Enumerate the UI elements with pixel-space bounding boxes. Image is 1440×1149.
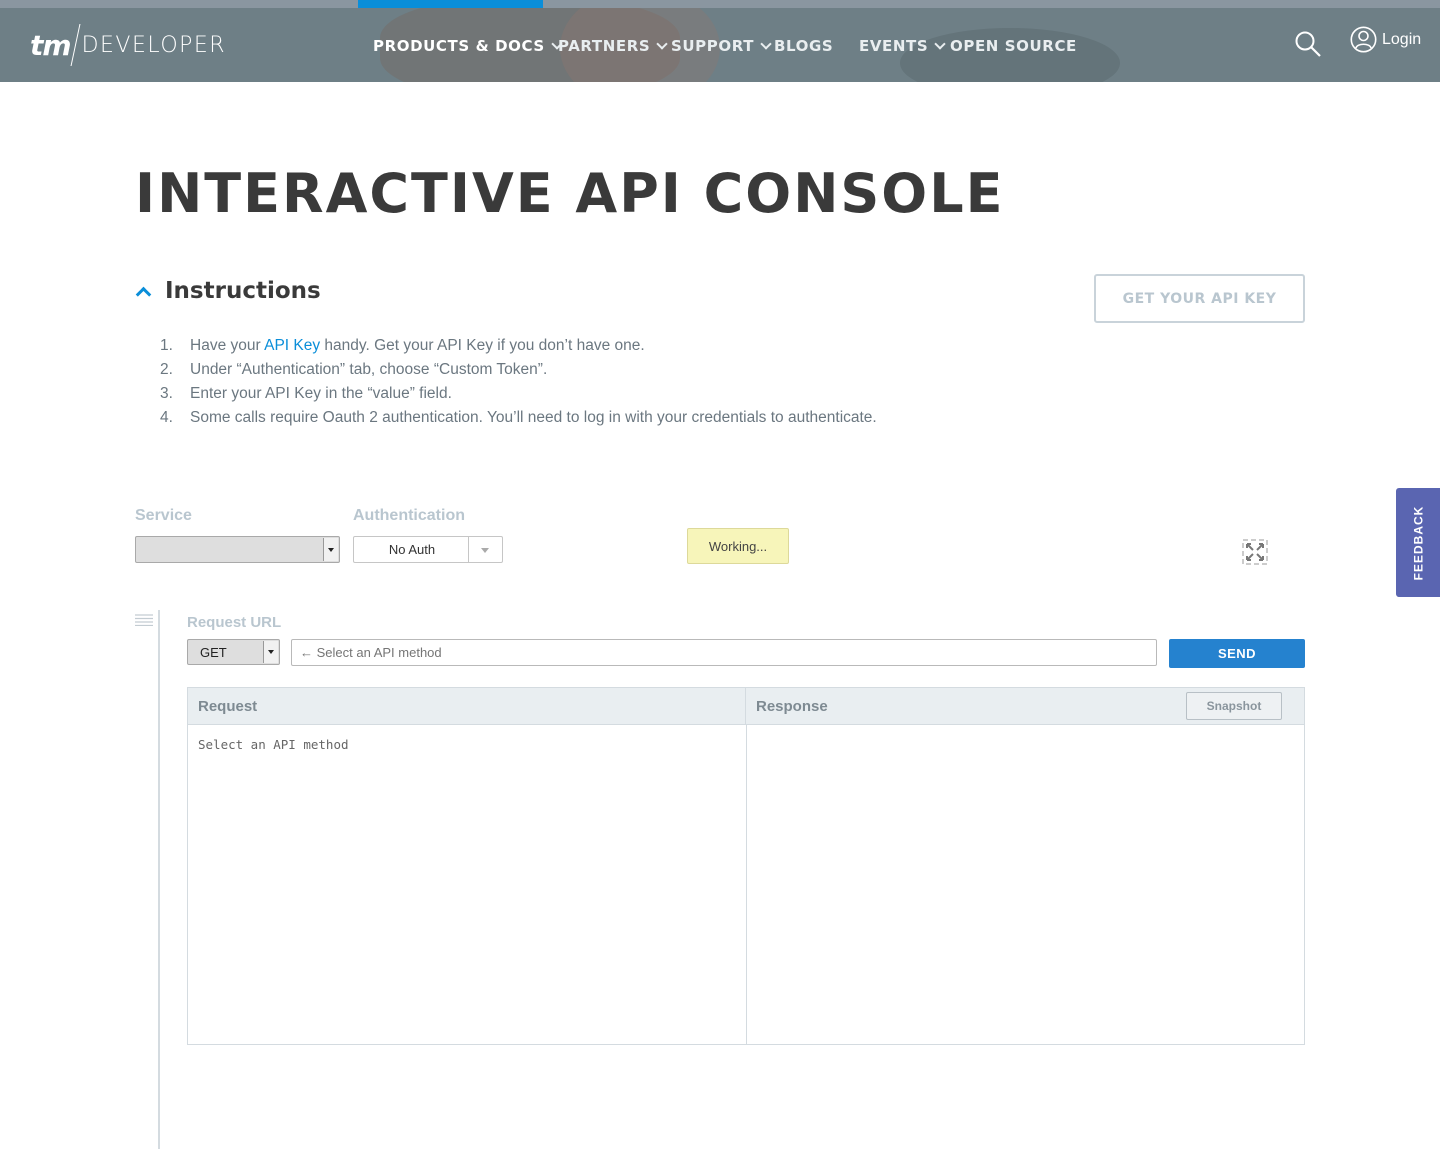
fullscreen-icon[interactable] (1242, 539, 1268, 565)
nav-label: SUPPORT (671, 37, 755, 55)
request-panel-header: Request (188, 688, 746, 725)
instructions-toggle[interactable]: Instructions (135, 278, 321, 304)
top-strip (0, 0, 1440, 8)
nav-label: PARTNERS (558, 37, 651, 55)
get-api-key-button[interactable]: GET YOUR API KEY (1094, 274, 1305, 323)
send-button[interactable]: SEND (1169, 639, 1305, 668)
request-response-panels: Request Response Snapshot Select an API … (187, 687, 1305, 1045)
nav-blogs[interactable]: BLOGS (774, 35, 833, 57)
nav-label: EVENTS (859, 37, 929, 55)
active-nav-indicator (358, 0, 543, 8)
site-logo[interactable]: tm DEVELOPER (30, 22, 226, 68)
request-url-input[interactable] (291, 639, 1157, 666)
site-header: tm DEVELOPER PRODUCTS & DOCS PARTNERS SU… (0, 8, 1440, 82)
step-number: 1. (160, 337, 173, 354)
nav-products-docs[interactable]: PRODUCTS & DOCS (373, 35, 563, 57)
api-key-link[interactable]: API Key (264, 337, 320, 354)
step-text: Have your (190, 337, 265, 354)
instruction-step: 4. Some calls require Oauth 2 authenticat… (160, 406, 877, 430)
nav-events[interactable]: EVENTS (859, 35, 946, 57)
authentication-value: No Auth (388, 542, 436, 557)
search-icon[interactable] (1294, 30, 1322, 58)
panel-divider (746, 725, 747, 1044)
side-panel-toggle-icon[interactable] (135, 614, 153, 626)
service-label: Service (135, 507, 192, 524)
working-indicator: Working... (687, 528, 789, 564)
authentication-select[interactable]: No Auth (353, 536, 503, 563)
step-number: 3. (160, 385, 173, 402)
feedback-tab[interactable]: FEEDBACK (1396, 488, 1440, 597)
chevron-down-icon (760, 37, 772, 50)
nav-label: PRODUCTS & DOCS (373, 37, 545, 55)
nav-support[interactable]: SUPPORT (671, 35, 772, 57)
response-panel-header: Response Snapshot (746, 688, 1304, 725)
authentication-label: Authentication (353, 507, 465, 524)
step-number: 4. (160, 409, 173, 426)
login-link[interactable]: Login (1350, 26, 1421, 53)
step-text: Some calls require Oauth 2 authenticatio… (190, 409, 877, 426)
instruction-step: 2. Under “Authentication” tab, choose “Cu… (160, 358, 877, 382)
nav-label: BLOGS (774, 37, 834, 55)
chevron-down-icon (656, 37, 668, 50)
nav-partners[interactable]: PARTNERS (558, 35, 668, 57)
request-body[interactable]: Select an API method (198, 737, 349, 752)
logo-developer: DEVELOPER (81, 32, 227, 58)
instructions-list: 1. Have your API Key handy. Get your API … (160, 334, 877, 430)
page-title: INTERACTIVE API CONSOLE (135, 162, 1005, 225)
service-select[interactable] (135, 536, 340, 563)
dropdown-arrow-icon (323, 538, 338, 561)
http-method-select[interactable]: GET (187, 639, 280, 665)
step-text: Enter your API Key in the “value” field. (190, 385, 452, 402)
feedback-label: FEEDBACK (1411, 505, 1426, 580)
chevron-up-icon (135, 286, 152, 302)
step-text: handy. Get your API Key if you don’t hav… (320, 337, 645, 354)
step-text: Under “Authentication” tab, choose “Cust… (190, 361, 548, 378)
instruction-step: 1. Have your API Key handy. Get your API … (160, 334, 877, 358)
login-label: Login (1382, 30, 1422, 48)
instruction-step: 3. Enter your API Key in the “value” fiel… (160, 382, 877, 406)
user-circle-icon (1350, 26, 1377, 53)
http-method-value: GET (200, 645, 227, 660)
snapshot-button[interactable]: Snapshot (1186, 692, 1282, 720)
request-header-title: Request (198, 698, 258, 715)
logo-tm: tm (30, 28, 72, 62)
dropdown-arrow-icon (468, 537, 502, 562)
request-url-label: Request URL (187, 614, 282, 631)
instructions-title: Instructions (165, 278, 321, 304)
nav-open-source[interactable]: OPEN SOURCE (950, 35, 1077, 57)
chevron-down-icon (934, 37, 946, 50)
nav-label: OPEN SOURCE (950, 37, 1077, 55)
logo-divider (70, 24, 81, 66)
step-number: 2. (160, 361, 173, 378)
side-panel-rail (158, 610, 160, 1149)
response-header-title: Response (756, 698, 828, 715)
dropdown-arrow-icon (263, 641, 278, 663)
